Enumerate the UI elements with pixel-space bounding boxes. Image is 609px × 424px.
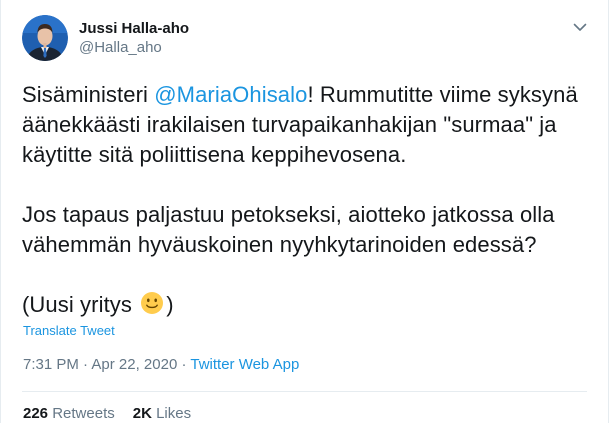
likes-stat[interactable]: 2K Likes (133, 404, 191, 424)
tweet-text: Sisäministeri @MariaOhisalo! Rummutitte … (22, 80, 587, 320)
retweets-stat[interactable]: 226 Retweets (23, 404, 115, 424)
tweet-paragraph-3: (Uusi yritys ) (22, 290, 587, 320)
tweet-text-segment: (Uusi yritys (22, 292, 139, 317)
translate-tweet-link[interactable]: Translate Tweet (23, 323, 115, 339)
slightly-smiling-face-icon (140, 291, 164, 315)
tweet-text-segment: Sisäministeri (22, 82, 155, 107)
tweet-paragraph-1: Sisäministeri @MariaOhisalo! Rummutitte … (22, 80, 587, 170)
retweets-count: 226 (23, 405, 49, 422)
retweets-label: Retweets (52, 405, 115, 422)
author-display-name[interactable]: Jussi Halla-aho (79, 19, 189, 38)
likes-label: Likes (156, 405, 192, 422)
mention-link[interactable]: @MariaOhisalo (154, 82, 307, 107)
meta-separator: · (177, 356, 191, 373)
tweet-text-segment: ) (166, 292, 174, 317)
tweet-header: Jussi Halla-aho @Halla_aho (22, 15, 189, 61)
tweet-options-button[interactable] (570, 17, 590, 37)
source-app-link[interactable]: Twitter Web App (190, 356, 299, 373)
tweet-paragraph-2: Jos tapaus paljastuu petokseksi, aiottek… (22, 202, 555, 257)
avatar[interactable] (22, 15, 68, 61)
likes-count: 2K (132, 405, 152, 422)
tweet-date[interactable]: Apr 22, 2020 (91, 356, 177, 373)
tweet-time[interactable]: 7:31 PM (23, 356, 79, 373)
chevron-down-icon (573, 23, 587, 31)
author-names: Jussi Halla-aho @Halla_aho (79, 19, 189, 57)
tweet-stats: 226 Retweets 2K Likes (23, 404, 191, 424)
avatar-image (22, 15, 68, 61)
meta-separator: · (78, 356, 92, 373)
tweet-card: Jussi Halla-aho @Halla_aho Sisäministeri… (0, 0, 609, 423)
author-handle[interactable]: @Halla_aho (79, 38, 189, 57)
divider (22, 391, 587, 392)
tweet-meta: 7:31 PM · Apr 22, 2020 · Twitter Web App (23, 355, 299, 375)
